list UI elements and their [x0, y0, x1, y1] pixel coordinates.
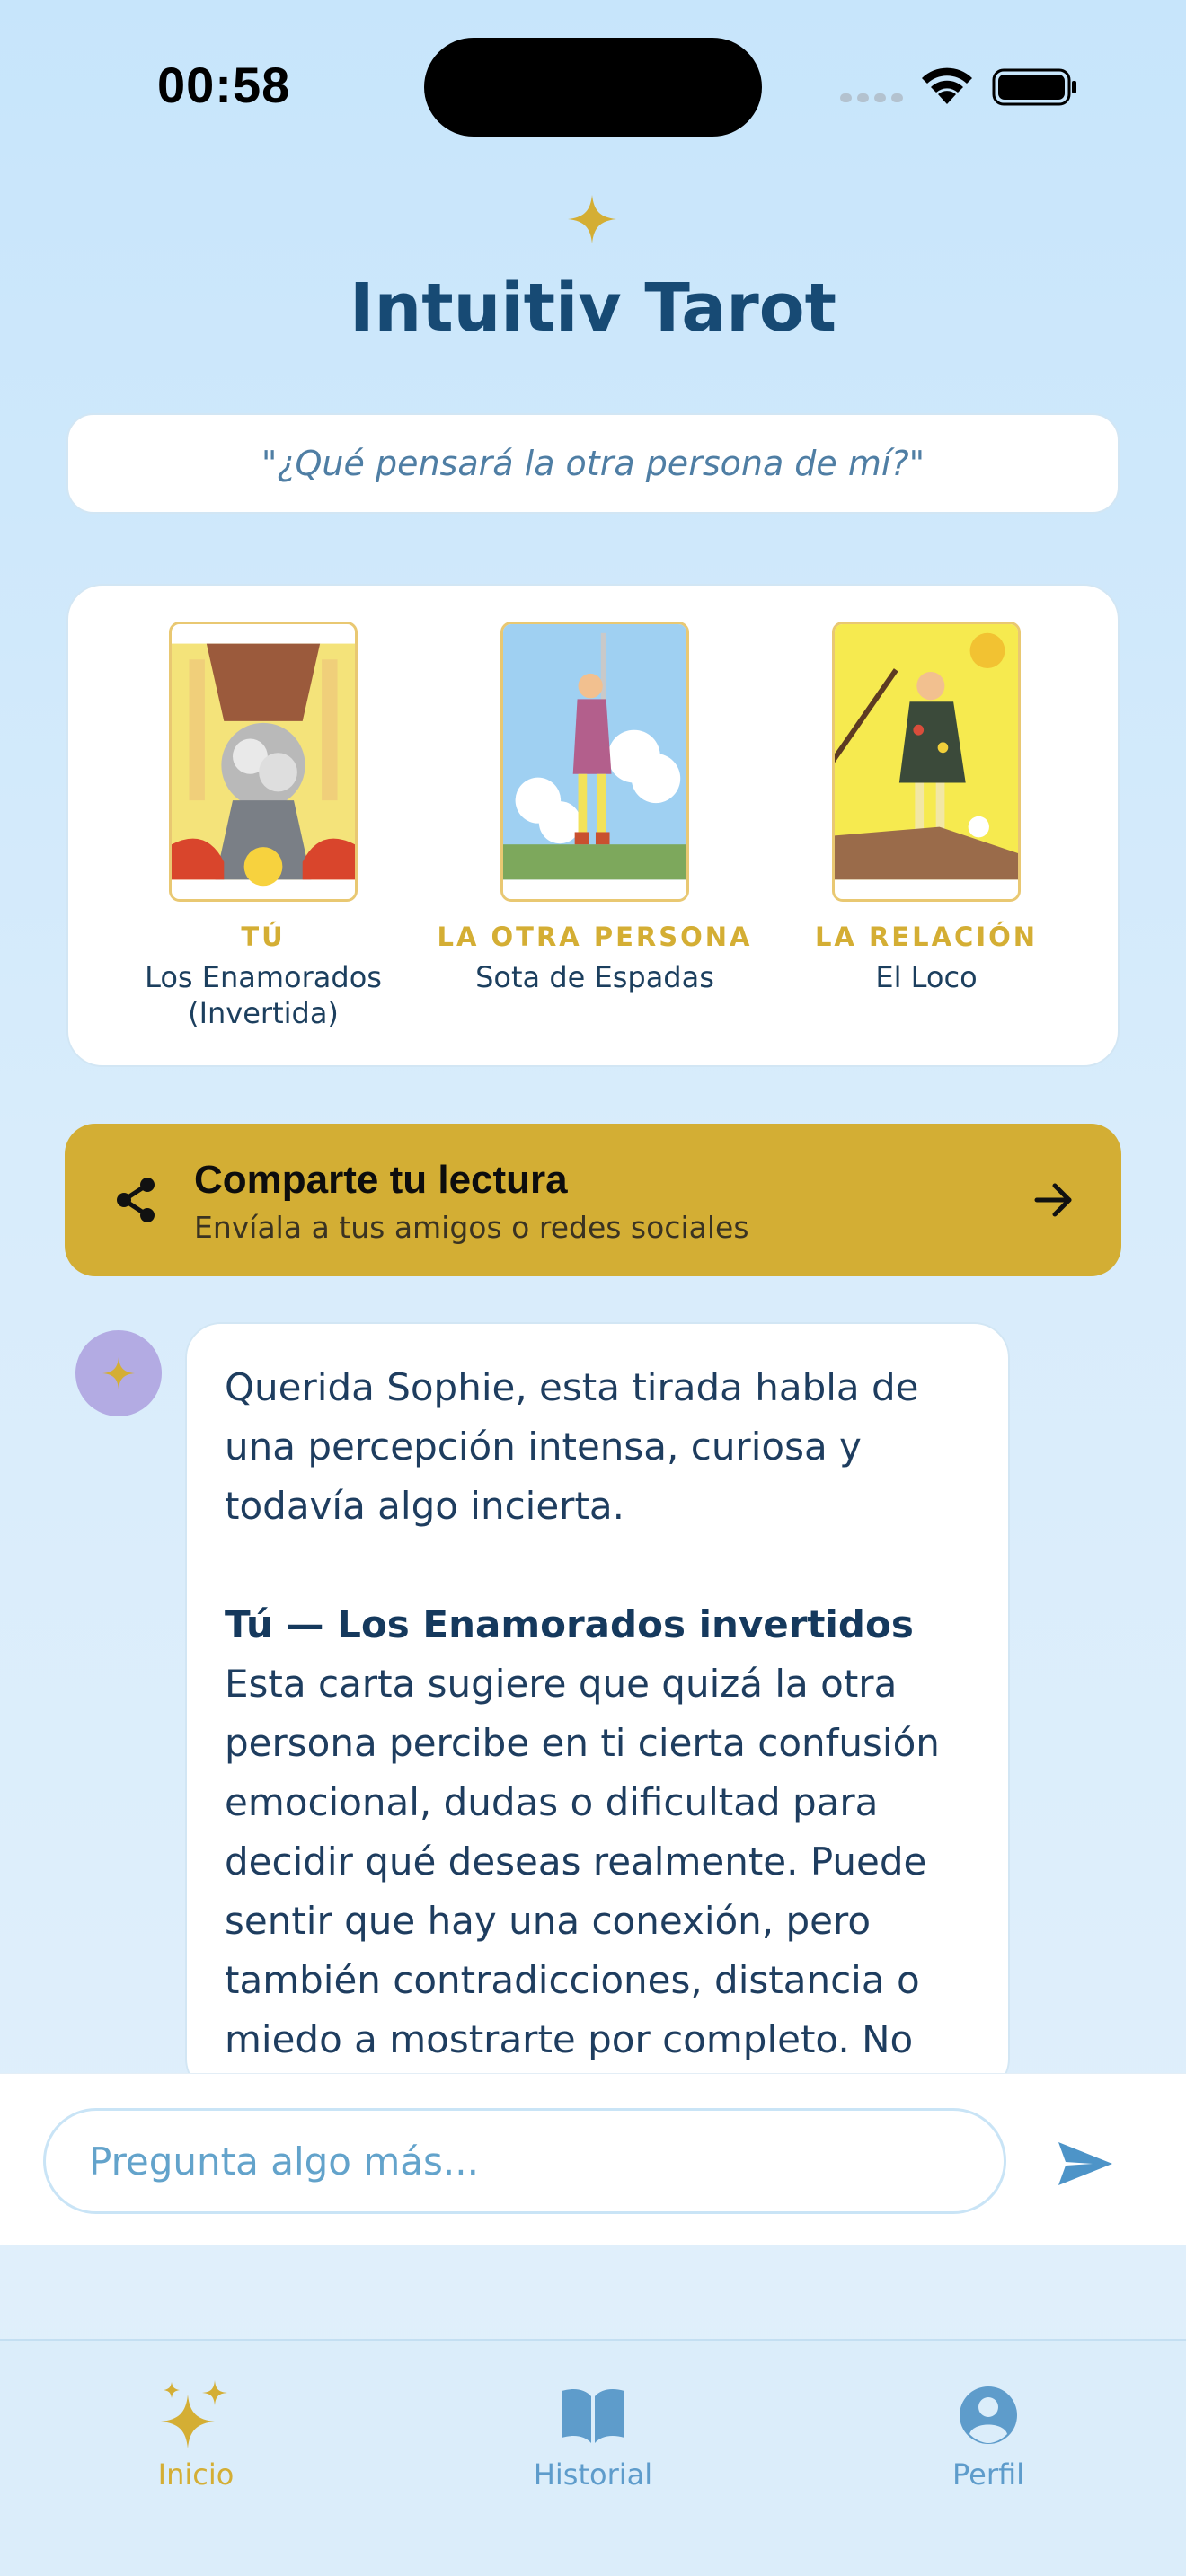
tab-bar: Inicio Historial Perfil — [0, 2339, 1186, 2576]
tab-label: Inicio — [157, 2457, 235, 2492]
battery-icon — [992, 68, 1076, 106]
share-title: Comparte tu lectura — [194, 1158, 568, 1202]
card-name: El Loco — [875, 960, 978, 994]
message-section-body: Esta carta sugiere que quizá la otra per… — [225, 1662, 940, 2061]
question-text: "¿Qué pensará la otra persona de mí?" — [261, 444, 925, 483]
card-slot-relationship[interactable]: LA RELACIÓN El Loco — [758, 622, 1094, 995]
tab-historial[interactable]: Historial — [494, 2380, 692, 2492]
tab-label: Perfil — [951, 2457, 1025, 2492]
tab-label: Historial — [533, 2457, 653, 2492]
cards-panel: TÚ Los Enamorados (Invertida) LA OTRA PE… — [66, 584, 1120, 1067]
chat-input[interactable] — [43, 2108, 1006, 2214]
message-section-title: Tú — Los Enamorados invertidos — [225, 1602, 914, 1646]
card-role: LA OTRA PERSONA — [437, 922, 753, 952]
card-image-lovers-reversed[interactable] — [169, 622, 358, 902]
card-slot-other-person[interactable]: LA OTRA PERSONA Sota de Espadas — [427, 622, 763, 995]
tab-perfil[interactable]: Perfil — [890, 2380, 1087, 2492]
message-intro: Querida Sophie, esta tirada habla de una… — [225, 1365, 919, 1528]
card-slot-you[interactable]: TÚ Los Enamorados (Invertida) — [95, 622, 431, 1031]
card-image-page-of-swords[interactable] — [500, 622, 689, 902]
chat-input-bar — [0, 2073, 1186, 2245]
app-title: Intuitiv Tarot — [350, 269, 836, 347]
profile-icon — [960, 2386, 1017, 2444]
sparkle-icon — [568, 195, 616, 243]
card-role: TÚ — [241, 922, 286, 952]
share-subtitle: Envíala a tus amigos o redes sociales — [194, 1210, 749, 1245]
card-image-the-fool[interactable] — [832, 622, 1021, 902]
question-box: "¿Qué pensará la otra persona de mí?" — [66, 413, 1120, 514]
send-icon[interactable] — [1057, 2139, 1114, 2189]
card-name: Sota de Espadas — [475, 960, 714, 994]
tab-inicio[interactable]: Inicio — [97, 2380, 295, 2492]
sparkle-icon — [102, 1357, 135, 1389]
status-bar: 00:58 — [0, 0, 1186, 171]
cellular-signal-icon — [840, 90, 903, 102]
wifi-icon — [922, 67, 972, 104]
card-role: LA RELACIÓN — [814, 922, 1039, 952]
sparkles-icon — [161, 2380, 227, 2448]
share-reading-button[interactable]: Comparte tu lectura Envíala a tus amigos… — [65, 1124, 1121, 1276]
status-time: 00:58 — [157, 57, 291, 113]
card-name: Los Enamorados (Invertida) — [145, 960, 382, 1030]
arrow-right-icon — [1034, 1183, 1072, 1217]
assistant-message: Querida Sophie, esta tirada habla de una… — [185, 1322, 1010, 2095]
assistant-avatar — [75, 1330, 162, 1416]
book-icon — [562, 2389, 624, 2443]
dynamic-island — [424, 38, 762, 137]
share-icon — [117, 1178, 155, 1222]
